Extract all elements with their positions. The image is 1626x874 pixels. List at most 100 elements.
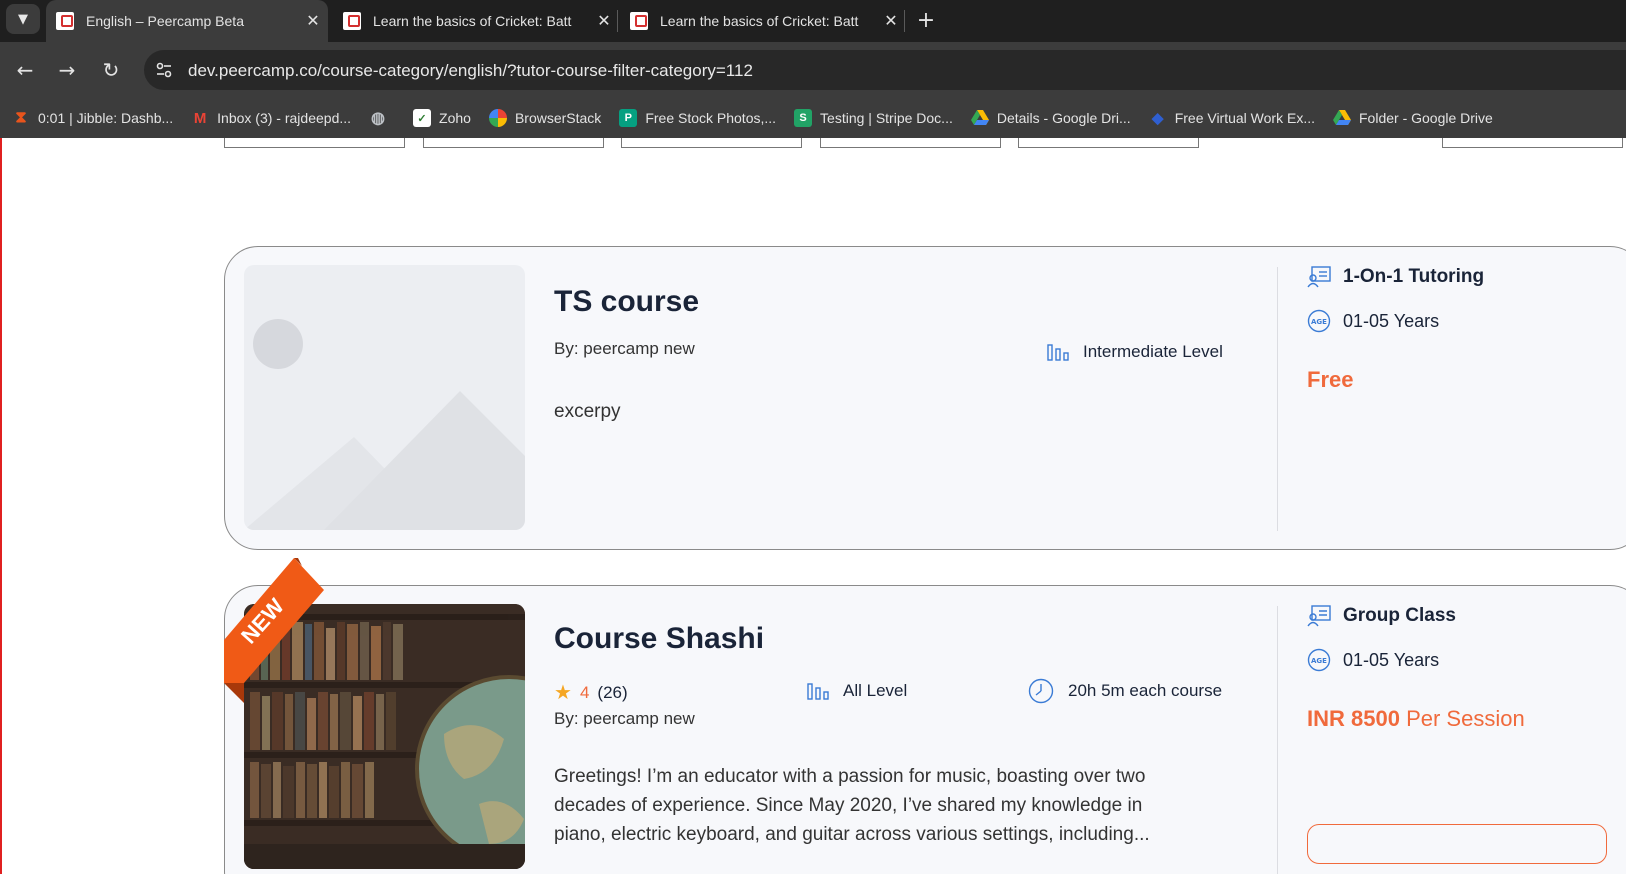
bookmark-label: Testing | Stripe Doc... xyxy=(820,110,953,126)
plus-icon: + xyxy=(916,7,936,33)
bookmark-item[interactable]: ◍ xyxy=(369,109,395,127)
bookmark-item[interactable]: M Inbox (3) - rajdeepd... xyxy=(191,109,351,127)
back-button[interactable]: ← xyxy=(9,54,41,86)
filter-tab[interactable] xyxy=(224,138,405,148)
course-cta-button[interactable] xyxy=(1307,824,1607,864)
site-info-icon[interactable] xyxy=(154,60,174,80)
browser-tab[interactable]: Learn the basics of Cricket: Batt ✕ xyxy=(620,0,902,42)
course-price: Free xyxy=(1307,367,1353,393)
peercamp-favicon-icon xyxy=(56,12,74,30)
course-card[interactable]: TS course By: peercamp new Intermediate … xyxy=(224,246,1626,550)
peercamp-favicon-icon xyxy=(343,12,361,30)
tab-separator xyxy=(904,10,905,32)
bookmark-label: Inbox (3) - rajdeepd... xyxy=(217,110,352,126)
course-author: By: peercamp new xyxy=(554,339,695,358)
browserstack-icon xyxy=(488,109,507,127)
jibble-icon: ⧗ xyxy=(15,109,27,126)
filter-tab[interactable] xyxy=(1442,138,1623,148)
pexels-icon: P xyxy=(619,109,638,127)
age-range-label: 01-05 Years xyxy=(1343,649,1440,670)
course-excerpt: excerpy xyxy=(554,401,621,422)
new-tab-button[interactable]: + xyxy=(912,6,940,34)
level-label: All Level xyxy=(843,681,908,700)
tab-search-button[interactable]: ▼ xyxy=(6,4,40,34)
stripe-icon: S xyxy=(794,109,813,127)
forage-icon: ◆ xyxy=(1151,110,1164,127)
image-placeholder-icon xyxy=(244,319,525,530)
filter-tab[interactable] xyxy=(423,138,604,148)
bookmark-item[interactable]: ⧗ 0:01 | Jibble: Dashb... xyxy=(12,109,173,127)
tab-separator xyxy=(617,10,618,32)
page-content: TS course By: peercamp new Intermediate … xyxy=(0,138,1626,874)
class-type: Group Class xyxy=(1307,604,1456,628)
filter-tab[interactable] xyxy=(820,138,1001,148)
zoho-icon: ✓ xyxy=(413,109,432,127)
age-range: AGE 01-05 Years xyxy=(1307,648,1439,672)
bookmark-item[interactable]: Details - Google Dri... xyxy=(970,109,1131,127)
card-divider xyxy=(1277,267,1278,531)
bookmark-item[interactable]: Folder - Google Drive xyxy=(1333,109,1493,127)
course-thumbnail[interactable] xyxy=(244,604,525,869)
bookmark-item[interactable]: ◆ Free Virtual Work Ex... xyxy=(1149,109,1315,127)
course-rating: ★ 4 (26) xyxy=(554,680,628,705)
class-type-label: 1-On-1 Tutoring xyxy=(1343,266,1485,287)
level-bars-icon xyxy=(807,680,829,702)
bookmark-label: Details - Google Dri... xyxy=(996,110,1131,126)
tab-title: Learn the basics of Cricket: Batt xyxy=(660,13,859,29)
bookmark-item[interactable]: ✓ Zoho xyxy=(413,109,471,127)
close-icon[interactable]: ✕ xyxy=(595,11,613,31)
address-bar[interactable]: dev.peercamp.co/course-category/english/… xyxy=(144,50,1626,90)
bookmark-item[interactable]: S Testing | Stripe Doc... xyxy=(794,109,953,127)
chevron-down-icon: ▼ xyxy=(18,11,28,27)
close-icon[interactable]: ✕ xyxy=(882,11,900,31)
rating-value: 4 xyxy=(579,682,590,702)
filter-tab[interactable] xyxy=(621,138,802,148)
bookmark-label: Free Virtual Work Ex... xyxy=(1174,110,1315,126)
bookmark-label: 0:01 | Jibble: Dashb... xyxy=(38,110,174,126)
course-thumbnail-placeholder[interactable] xyxy=(244,265,525,530)
bookmark-item[interactable]: BrowserStack xyxy=(488,109,602,127)
google-drive-icon xyxy=(970,109,989,127)
reload-icon: ↻ xyxy=(102,58,120,82)
bookmark-label: BrowserStack xyxy=(514,110,602,126)
excerpt-line: decades of experience. Since May 2020, I… xyxy=(554,795,1143,816)
forward-button[interactable]: → xyxy=(51,54,83,86)
age-range-label: 01-05 Years xyxy=(1343,310,1440,331)
gmail-icon: M xyxy=(193,109,207,127)
tab-title: English – Peercamp Beta xyxy=(86,13,244,29)
bookmark-item[interactable]: P Free Stock Photos,... xyxy=(619,109,776,127)
bookmark-label: Zoho xyxy=(439,110,471,126)
tutor-board-icon xyxy=(1307,265,1331,289)
course-card[interactable]: Course Shashi ★ 4 (26) All Level 20h 5m … xyxy=(224,585,1626,874)
bookshelf-globe-image xyxy=(244,604,525,869)
google-drive-icon xyxy=(1333,109,1351,127)
course-level: Intermediate Level xyxy=(1047,341,1223,363)
bookmark-label: Folder - Google Drive xyxy=(1359,110,1493,126)
age-range: AGE 01-05 Years xyxy=(1307,309,1439,333)
level-bars-icon xyxy=(1047,341,1069,363)
excerpt-line: piano, electric keyboard, and guitar acr… xyxy=(554,824,1150,845)
url-text: dev.peercamp.co/course-category/english/… xyxy=(188,61,753,80)
reload-button[interactable]: ↻ xyxy=(95,54,127,86)
close-icon[interactable]: ✕ xyxy=(304,11,322,31)
browser-tab[interactable]: Learn the basics of Cricket: Batt ✕ xyxy=(333,0,615,42)
course-title[interactable]: TS course xyxy=(554,285,699,319)
rating-count: (26) xyxy=(597,682,628,702)
age-icon: AGE xyxy=(1307,648,1331,672)
browser-toolbar: ← → ↻ dev.peercamp.co/course-category/en… xyxy=(0,42,1626,98)
course-level: All Level xyxy=(807,680,907,702)
price-amount: Free xyxy=(1307,367,1354,392)
duration-label: 20h 5m each course xyxy=(1068,681,1223,700)
filter-tab[interactable] xyxy=(1018,138,1199,148)
class-type: 1-On-1 Tutoring xyxy=(1307,265,1484,289)
course-title[interactable]: Course Shashi xyxy=(554,622,764,656)
svg-text:AGE: AGE xyxy=(1311,657,1327,665)
svg-text:AGE: AGE xyxy=(1311,318,1327,326)
course-duration: 20h 5m each course xyxy=(1028,678,1222,704)
tutor-board-icon xyxy=(1307,604,1331,628)
arrow-left-icon: ← xyxy=(16,58,34,82)
age-icon: AGE xyxy=(1307,309,1331,333)
peercamp-favicon-icon xyxy=(630,12,648,30)
browser-tab-active[interactable]: English – Peercamp Beta ✕ xyxy=(46,0,328,42)
price-unit: Per Session xyxy=(1406,706,1525,731)
